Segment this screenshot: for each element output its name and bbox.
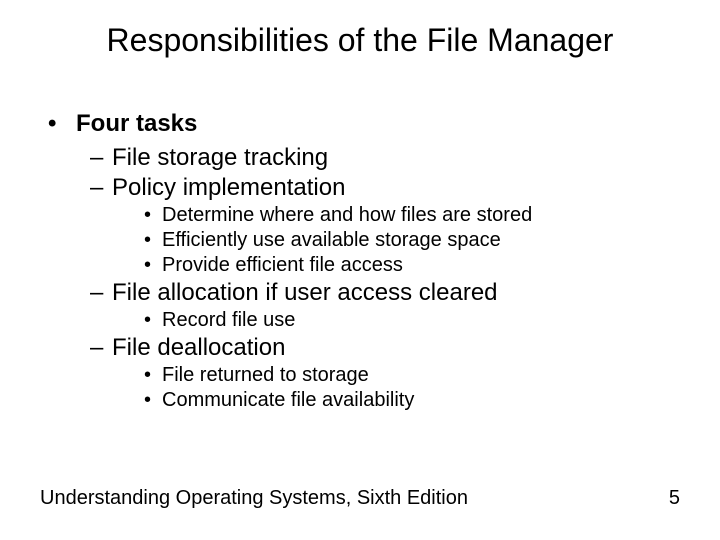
bullet-marker-dash: – bbox=[90, 279, 112, 307]
bullet-marker-disc: • bbox=[48, 110, 76, 138]
bullet-level3: •File returned to storage bbox=[48, 364, 672, 387]
bullet-text: Provide efficient file access bbox=[162, 254, 403, 276]
bullet-text: Record file use bbox=[162, 309, 295, 331]
bullet-text: Determine where and how files are stored bbox=[162, 204, 532, 226]
bullet-level3: •Determine where and how files are store… bbox=[48, 204, 672, 227]
bullet-text: File deallocation bbox=[112, 334, 285, 361]
bullet-text: File allocation if user access cleared bbox=[112, 279, 498, 306]
bullet-marker-dot: • bbox=[144, 364, 162, 387]
bullet-marker-dot: • bbox=[144, 389, 162, 412]
slide-content: •Four tasks –File storage tracking –Poli… bbox=[48, 110, 672, 414]
footer-source: Understanding Operating Systems, Sixth E… bbox=[40, 487, 468, 510]
bullet-text: Communicate file availability bbox=[162, 389, 414, 411]
bullet-text: File storage tracking bbox=[112, 144, 328, 171]
bullet-marker-dot: • bbox=[144, 309, 162, 332]
bullet-text: Policy implementation bbox=[112, 174, 345, 201]
bullet-level3: •Provide efficient file access bbox=[48, 254, 672, 277]
bullet-level2: –File allocation if user access cleared bbox=[48, 279, 672, 307]
slide: Responsibilities of the File Manager •Fo… bbox=[0, 0, 720, 540]
bullet-marker-dash: – bbox=[90, 334, 112, 362]
bullet-level3: •Efficiently use available storage space bbox=[48, 229, 672, 252]
bullet-marker-dot: • bbox=[144, 254, 162, 277]
bullet-text: Efficiently use available storage space bbox=[162, 229, 501, 251]
bullet-marker-dash: – bbox=[90, 144, 112, 172]
bullet-marker-dot: • bbox=[144, 229, 162, 252]
bullet-level2: –File storage tracking bbox=[48, 144, 672, 172]
bullet-marker-dot: • bbox=[144, 204, 162, 227]
bullet-marker-dash: – bbox=[90, 174, 112, 202]
bullet-text: File returned to storage bbox=[162, 364, 369, 386]
bullet-level2: –File deallocation bbox=[48, 334, 672, 362]
bullet-level3: •Record file use bbox=[48, 309, 672, 332]
bullet-level1: •Four tasks bbox=[48, 110, 672, 138]
slide-title: Responsibilities of the File Manager bbox=[0, 22, 720, 59]
bullet-level3: •Communicate file availability bbox=[48, 389, 672, 412]
bullet-level2: –Policy implementation bbox=[48, 174, 672, 202]
page-number: 5 bbox=[669, 487, 680, 510]
bullet-text: Four tasks bbox=[76, 110, 197, 137]
